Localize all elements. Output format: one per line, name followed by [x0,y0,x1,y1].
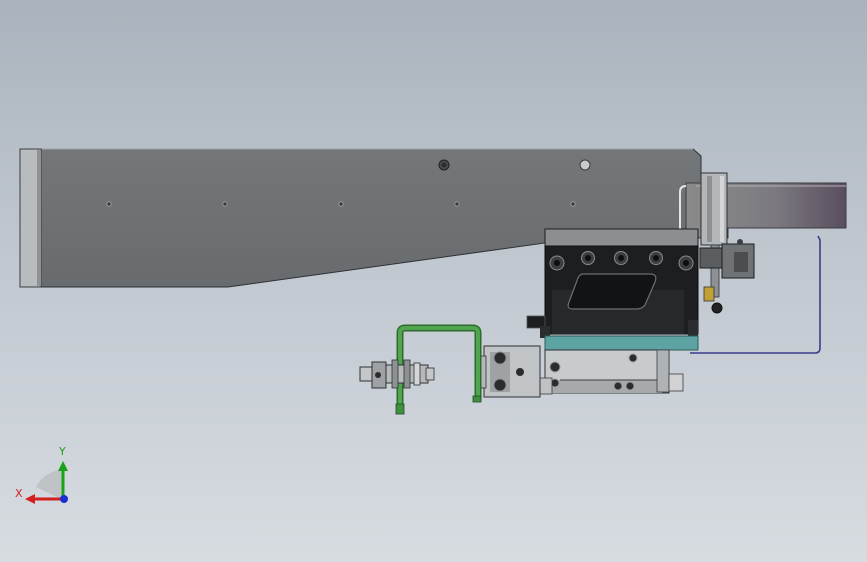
cylinder-block[interactable] [526,228,699,338]
model-canvas[interactable]: Y X [0,0,867,562]
sensor-bracket[interactable] [699,239,755,314]
nozzle-assembly[interactable] [359,359,435,389]
plate-screw-hole-inner [441,162,447,168]
gripper-body[interactable] [475,345,541,398]
plate-hole [454,201,460,207]
plate-hole [222,201,228,207]
x-axis-label: X [15,487,23,500]
knob[interactable] [711,302,723,314]
triad-plane [36,470,63,500]
slide-rail[interactable] [539,349,684,395]
x-axis-arrowhead [25,494,35,504]
plate-hole [570,201,576,207]
y-axis-label: Y [58,445,66,458]
y-axis-arrowhead [58,461,68,471]
teal-base-plate [544,335,699,351]
coordinate-triad: Y X [15,445,68,504]
brass-fitting [703,286,715,302]
plate-hole [106,201,112,207]
graphics-viewport[interactable]: Y X [0,0,867,562]
z-axis-dot [60,495,68,503]
plate-end-cap-edge [37,150,41,286]
plate-through-hole [579,159,591,171]
cylinder-slot [567,273,657,310]
plate-hole [338,201,344,207]
